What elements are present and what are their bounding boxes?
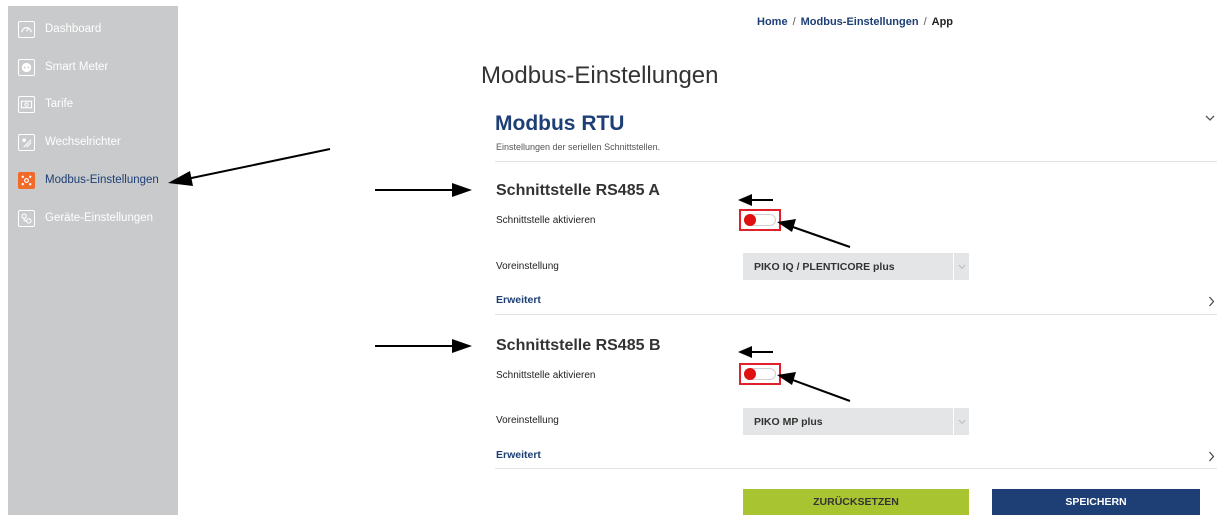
sidebar-item-tarife[interactable]: Tarife <box>18 93 176 115</box>
interface-a-enable-label: Schnittstelle aktivieren <box>496 215 596 226</box>
arrow-to-toggle-a <box>789 225 851 248</box>
gauge-icon <box>18 20 35 38</box>
sidebar-item-modbus-einstellungen[interactable]: Modbus-Einstellungen <box>18 169 176 191</box>
chevron-down-icon[interactable] <box>1204 113 1216 123</box>
select-value: PIKO MP plus <box>754 415 823 428</box>
arrow-to-sidebar <box>181 148 331 181</box>
arrowhead <box>452 339 472 353</box>
breadcrumb: Home / Modbus-Einstellungen / App <box>757 16 953 28</box>
interface-a-advanced-link[interactable]: Erweitert <box>496 294 541 306</box>
interface-a-preset-label: Voreinstellung <box>496 261 559 272</box>
sidebar-item-wechselrichter[interactable]: Wechselrichter <box>18 131 176 153</box>
sidebar-item-label: Smart Meter <box>45 61 109 73</box>
highlight-box <box>739 363 781 385</box>
interface-b-title: Schnittstelle RS485 B <box>496 337 661 354</box>
section-divider <box>495 161 1217 162</box>
breadcrumb-separator: / <box>792 16 796 28</box>
sidebar-item-label: Tarife <box>45 98 74 110</box>
interface-b-enable-label: Schnittstelle aktivieren <box>496 370 596 381</box>
sidebar: Dashboard Smart Meter Tarife Wechselrich… <box>8 6 178 515</box>
arrowhead <box>738 346 752 358</box>
sidebar-item-label: Geräte-Einstellungen <box>45 212 154 224</box>
interface-b-advanced-link[interactable]: Erweitert <box>496 449 541 461</box>
breadcrumb-section-link[interactable]: Modbus-Einstellungen <box>801 16 919 28</box>
page-title: Modbus-Einstellungen <box>481 62 719 89</box>
tariff-icon <box>18 95 35 113</box>
breadcrumb-home-link[interactable]: Home <box>757 16 788 28</box>
sidebar-item-smart-meter[interactable]: Smart Meter <box>18 56 176 78</box>
inverter-icon <box>18 133 35 151</box>
arrow-to-toggle-b <box>789 378 851 402</box>
reset-button[interactable]: ZURÜCKSETZEN <box>743 489 969 515</box>
sidebar-item-geraete-einstellungen[interactable]: Geräte-Einstellungen <box>18 207 176 229</box>
save-button[interactable]: SPEICHERN <box>992 489 1200 515</box>
breadcrumb-current: App <box>931 16 954 28</box>
interface-a-enable-toggle[interactable] <box>744 214 776 226</box>
arrowhead <box>452 183 472 197</box>
chevron-right-icon[interactable] <box>1208 296 1215 307</box>
row-divider <box>495 468 1217 469</box>
highlight-box <box>739 209 781 231</box>
interface-b-preset-select[interactable]: PIKO MP plus <box>743 408 969 435</box>
sidebar-item-label: Wechselrichter <box>45 136 121 148</box>
arrowhead <box>738 194 752 206</box>
toggle-knob <box>744 368 756 380</box>
interface-b-preset-label: Voreinstellung <box>496 415 559 426</box>
section-title: Modbus RTU <box>495 112 625 135</box>
chevron-down-icon <box>953 408 969 435</box>
row-divider <box>495 314 1217 315</box>
sidebar-item-dashboard[interactable]: Dashboard <box>18 18 176 40</box>
sidebar-item-label: Dashboard <box>45 23 102 35</box>
device-settings-icon <box>18 209 35 227</box>
chevron-right-icon[interactable] <box>1208 451 1215 462</box>
modbus-icon <box>18 171 35 189</box>
interface-b-enable-toggle[interactable] <box>744 368 776 380</box>
meter-icon <box>18 58 35 76</box>
section-subtitle: Einstellungen der seriellen Schnittstell… <box>496 142 661 152</box>
toggle-knob <box>744 214 756 226</box>
breadcrumb-separator: / <box>923 16 927 28</box>
select-value: PIKO IQ / PLENTICORE plus <box>754 260 895 273</box>
chevron-down-icon <box>953 253 969 280</box>
interface-a-title: Schnittstelle RS485 A <box>496 182 660 199</box>
sidebar-item-label: Modbus-Einstellungen <box>45 174 159 186</box>
interface-a-preset-select[interactable]: PIKO IQ / PLENTICORE plus <box>743 253 969 280</box>
